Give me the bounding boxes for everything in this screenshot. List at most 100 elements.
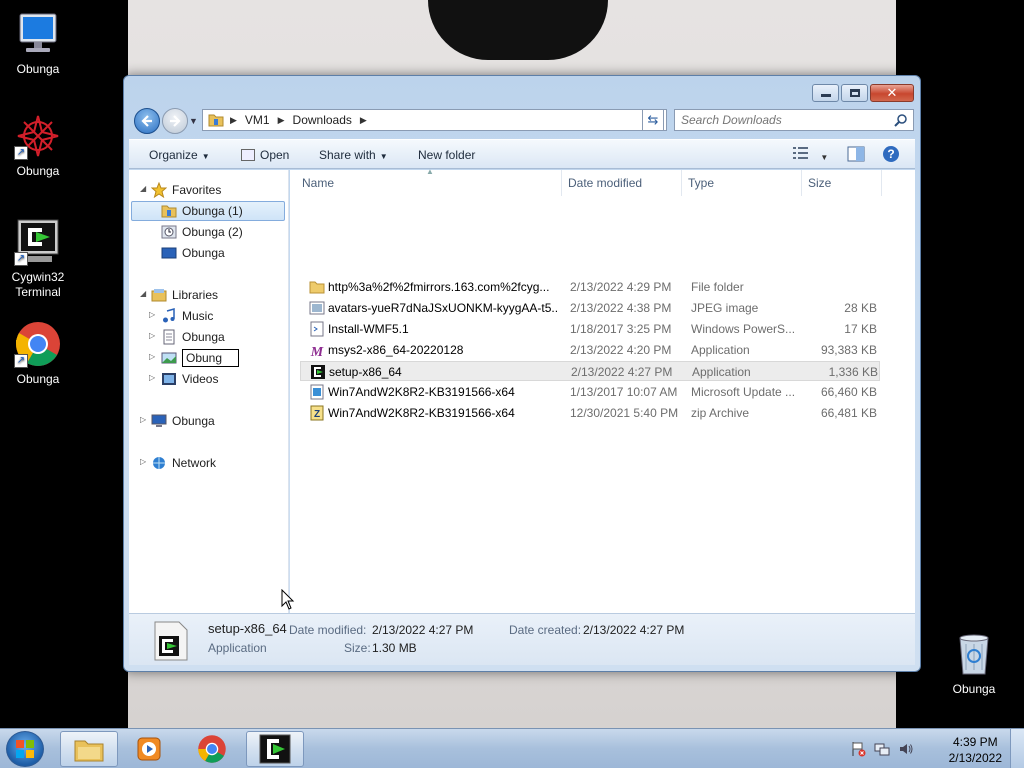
explorer-window: ✕ ▼ ▶ VM1 ▶ Downloads ▶ ▼ ⇆ Organize▼ Op… — [123, 75, 921, 672]
system-clock[interactable]: 4:39 PM 2/13/2022 — [949, 734, 1002, 766]
maximize-button[interactable] — [841, 84, 868, 102]
expand-arrow-icon[interactable]: ▷ — [140, 415, 146, 424]
nav-network[interactable]: Network — [151, 453, 216, 473]
open-button[interactable]: Open — [241, 148, 289, 162]
taskbar-cygwin-button[interactable] — [246, 731, 304, 767]
msys2-app-icon: M — [310, 343, 324, 358]
collapse-arrow-icon[interactable]: ◢ — [140, 289, 146, 298]
chevron-down-icon: ▼ — [820, 153, 829, 162]
desktop-icon-chrome[interactable]: ↗ Obunga — [0, 320, 78, 386]
table-row[interactable]: avatars-yueR7dNaJSxUONKM-kyygAA-t5... 2/… — [300, 298, 880, 318]
network-icon — [153, 457, 165, 469]
close-button[interactable]: ✕ — [870, 84, 914, 102]
view-options-button[interactable]: ▼ — [793, 146, 828, 163]
details-modified-value: 2/13/2022 4:27 PM — [372, 623, 474, 637]
cygwin-setup-icon — [311, 365, 325, 379]
search-input[interactable] — [675, 110, 885, 130]
chrome-icon — [198, 735, 226, 763]
forward-button[interactable] — [162, 108, 188, 134]
back-button[interactable] — [134, 108, 160, 134]
music-icon — [163, 308, 175, 323]
nav-libraries[interactable]: Libraries — [151, 285, 218, 305]
arrow-left-icon — [141, 115, 152, 127]
table-row[interactable]: Install-WMF5.1 1/18/2017 3:25 PM Windows… — [300, 319, 880, 339]
nav-computer[interactable]: Obunga — [151, 411, 215, 431]
file-list: Name ▲ Date modified Type Size http%3a%2… — [290, 167, 915, 613]
computer-icon — [14, 10, 62, 58]
preview-pane-button[interactable] — [847, 146, 865, 165]
expand-arrow-icon[interactable]: ▷ — [149, 373, 155, 382]
videos-icon — [162, 373, 176, 385]
taskbar-explorer-button[interactable] — [60, 731, 118, 767]
table-row[interactable]: Win7AndW2K8R2-KB3191566-x64 1/13/2017 10… — [300, 382, 880, 402]
breadcrumb-separator-icon[interactable]: ▶ — [278, 115, 285, 126]
window-caption-buttons: ✕ — [812, 84, 914, 102]
nav-favorites[interactable]: Favorites — [151, 180, 221, 200]
taskbar: 4:39 PM 2/13/2022 — [0, 728, 1024, 768]
address-bar[interactable]: ▶ VM1 ▶ Downloads ▶ ▼ — [202, 109, 667, 131]
desktop-icon-cygwin[interactable]: ↗ Cygwin32 Terminal — [0, 218, 78, 300]
search-icon[interactable] — [894, 113, 908, 127]
maximize-icon — [849, 89, 860, 97]
start-button[interactable] — [6, 731, 44, 767]
network-status-icon[interactable] — [874, 741, 890, 760]
taskbar-chrome-button[interactable] — [183, 731, 241, 767]
expand-arrow-icon[interactable]: ▷ — [149, 310, 155, 319]
nav-favorites-item-1[interactable]: Obunga (1) — [131, 201, 285, 221]
pictures-icon — [161, 352, 177, 364]
zip-archive-icon: Z — [310, 405, 324, 421]
column-header-type[interactable]: Type — [682, 170, 802, 196]
help-icon: ? — [883, 146, 899, 162]
expand-arrow-icon[interactable]: ▷ — [149, 352, 155, 361]
rename-input[interactable]: Obung — [182, 349, 239, 367]
powershell-script-icon — [310, 321, 324, 337]
svg-text:Z: Z — [314, 409, 320, 420]
expand-arrow-icon[interactable]: ▷ — [140, 457, 146, 466]
nav-library-documents[interactable]: Obunga — [161, 327, 225, 347]
show-desktop-button[interactable] — [1010, 729, 1024, 768]
computer-icon — [151, 414, 167, 427]
table-row[interactable]: M msys2-x86_64-20220128 2/13/2022 4:20 P… — [300, 340, 880, 360]
svg-text:M: M — [310, 345, 324, 358]
recent-pages-dropdown[interactable]: ▼ — [189, 116, 198, 126]
cygwin-setup-icon — [154, 621, 188, 661]
breadcrumb-vm1[interactable]: VM1 — [245, 113, 270, 127]
expand-arrow-icon[interactable]: ▷ — [149, 331, 155, 340]
arrow-right-icon — [170, 115, 181, 127]
column-header-size[interactable]: Size — [802, 170, 882, 196]
organize-menu[interactable]: Organize ▼ — [149, 148, 210, 162]
desktop-icon-recycle-bin[interactable]: Obunga — [934, 630, 1014, 696]
collapse-arrow-icon[interactable]: ◢ — [140, 184, 146, 193]
new-folder-button[interactable]: New folder — [418, 148, 475, 162]
help-button[interactable]: ? — [882, 145, 900, 166]
nav-favorites-item-2[interactable]: Obunga (2) — [161, 222, 243, 242]
windows-logo-icon — [16, 740, 34, 758]
desktop-icon-shortcut-1[interactable]: ↗ Obunga — [0, 112, 78, 178]
details-file-type: Application — [208, 641, 267, 655]
table-row[interactable]: http%3a%2f%2fmirrors.163.com%2fcyg... 2/… — [300, 277, 880, 297]
table-row[interactable]: Z Win7AndW2K8R2-KB3191566-x64 12/30/2021… — [300, 403, 880, 423]
jpeg-image-icon — [309, 301, 325, 315]
volume-icon[interactable] — [898, 741, 914, 760]
nav-library-videos[interactable]: Videos — [161, 369, 218, 389]
breadcrumb-separator-icon[interactable]: ▶ — [360, 115, 367, 126]
column-header-date[interactable]: Date modified — [562, 170, 682, 196]
cygwin-terminal-icon — [259, 734, 291, 764]
svg-text:?: ? — [887, 147, 894, 161]
minimize-button[interactable] — [812, 84, 839, 102]
nav-library-music[interactable]: Music — [161, 306, 213, 326]
desktop-icon-computer[interactable]: Obunga — [0, 10, 78, 76]
action-center-flag-icon[interactable] — [850, 741, 866, 760]
share-with-menu[interactable]: Share with ▼ — [319, 148, 388, 162]
refresh-button[interactable]: ⇆ — [642, 109, 664, 131]
breadcrumb-separator-icon[interactable]: ▶ — [230, 115, 237, 126]
table-row-selected[interactable]: setup-x86_64 2/13/2022 4:27 PM Applicati… — [300, 361, 880, 381]
command-bar: Organize ▼ Open Share with ▼ New folder ▼ … — [129, 139, 915, 169]
nav-favorites-item-3[interactable]: Obunga — [161, 243, 225, 263]
search-box[interactable] — [674, 109, 914, 131]
recent-places-icon — [161, 225, 177, 239]
breadcrumb-downloads[interactable]: Downloads — [293, 113, 352, 127]
taskbar-media-player-button[interactable] — [120, 731, 178, 767]
nav-library-pictures[interactable]: Obung — [161, 348, 239, 368]
minimize-icon — [820, 94, 831, 97]
